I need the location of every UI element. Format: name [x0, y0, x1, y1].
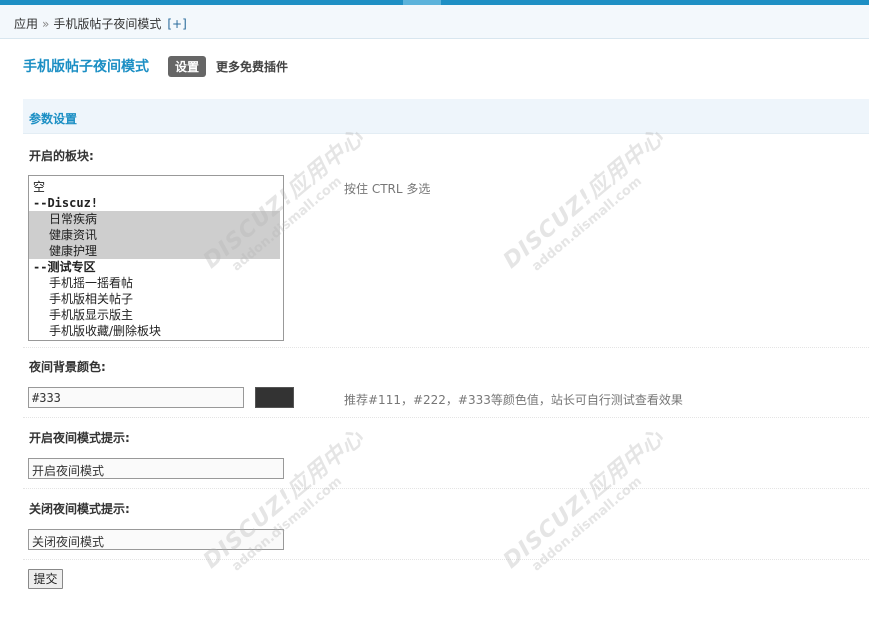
- color-swatch[interactable]: [255, 387, 294, 408]
- forum-option[interactable]: 空: [29, 179, 283, 195]
- watermark: DISCUZ!应用中心 addon.dismall.com: [198, 425, 370, 575]
- breadcrumb: 应用 » 手机版帖子夜间模式 [+]: [0, 5, 869, 39]
- forum-option[interactable]: 手机版显示版主: [29, 307, 283, 323]
- breadcrumb-current: 手机版帖子夜间模式: [53, 17, 162, 31]
- close-tip-input[interactable]: 关闭夜间模式: [28, 529, 284, 550]
- forum-group-option[interactable]: --Discuz!: [29, 195, 283, 211]
- forum-option[interactable]: 手机摇一摇看帖: [29, 275, 283, 291]
- forum-option[interactable]: 手机版收藏/删除板块: [29, 323, 283, 339]
- forum-multiselect[interactable]: 空 --Discuz! 日常疾病 健康资讯 健康护理 --测试专区 手机摇一摇看帖 手机版相关…: [28, 175, 284, 341]
- row-divider: [23, 559, 869, 560]
- bgcolor-label: 夜间背景颜色:: [29, 360, 106, 374]
- bgcolor-input[interactable]: #333: [28, 387, 244, 408]
- forums-label: 开启的板块:: [29, 149, 94, 163]
- watermark: DISCUZ!应用中心 addon.dismall.com: [498, 425, 670, 575]
- open-tip-label: 开启夜间模式提示:: [29, 431, 130, 445]
- row-divider: [23, 347, 869, 348]
- title-row: 手机版帖子夜间模式 设置 更多免费插件: [23, 55, 288, 77]
- submit-button[interactable]: 提交: [28, 569, 63, 589]
- forum-option[interactable]: 日常疾病: [29, 211, 280, 227]
- forum-option[interactable]: 健康资讯: [29, 227, 280, 243]
- bgcolor-hint: 推荐#111，#222，#333等颜色值，站长可自行测试查看效果: [344, 393, 683, 407]
- add-shortcut-link[interactable]: [+]: [167, 17, 186, 31]
- forum-group-option[interactable]: --测试专区: [29, 259, 283, 275]
- more-plugins-link[interactable]: 更多免费插件: [216, 58, 288, 75]
- row-divider: [23, 488, 869, 489]
- section-header: 参数设置: [23, 99, 869, 134]
- forums-hint: 按住 CTRL 多选: [344, 182, 431, 196]
- open-tip-input[interactable]: 开启夜间模式: [28, 458, 284, 479]
- watermark: DISCUZ!应用中心 addon.dismall.com: [498, 125, 670, 275]
- forum-option[interactable]: 健康护理: [29, 243, 280, 259]
- row-divider: [23, 417, 869, 418]
- close-tip-label: 关闭夜间模式提示:: [29, 502, 130, 516]
- forum-option[interactable]: 手机版相关帖子: [29, 291, 283, 307]
- tab-settings[interactable]: 设置: [168, 55, 207, 77]
- breadcrumb-root-link[interactable]: 应用: [14, 17, 38, 31]
- page-title: 手机版帖子夜间模式: [23, 59, 149, 75]
- breadcrumb-separator: »: [42, 17, 50, 31]
